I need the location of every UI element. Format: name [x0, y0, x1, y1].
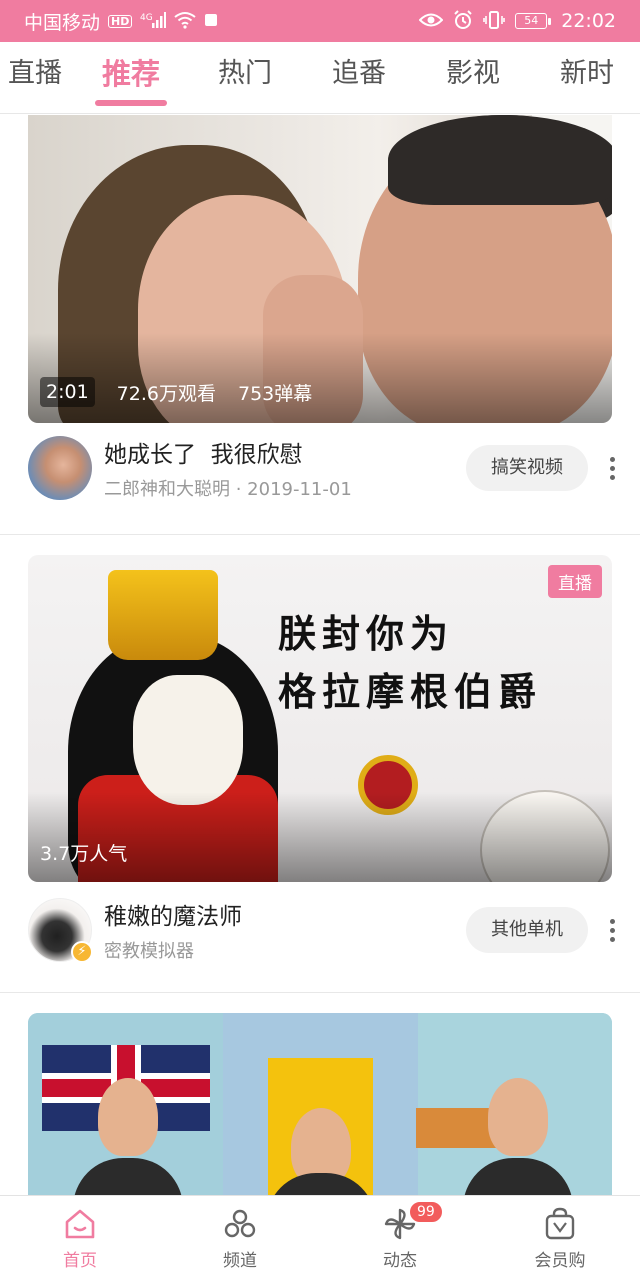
top-tab-bar: 直播 推荐 热门 追番 影视 新时: [0, 42, 640, 114]
category-tag-button[interactable]: 搞笑视频: [466, 445, 588, 491]
live-badge: 直播: [548, 565, 602, 598]
tab-movies[interactable]: 影视: [416, 42, 530, 113]
eye-icon: [418, 12, 444, 31]
card-meta: ⚡ 稚嫩的魔法师 密教模拟器 其他单机: [28, 897, 640, 963]
cartoon-person: [488, 1078, 548, 1156]
svg-text:4G: 4G: [140, 13, 153, 23]
tab-live[interactable]: 直播: [0, 42, 74, 113]
video-duration: 2:01: [40, 377, 95, 407]
avatar[interactable]: [28, 436, 92, 500]
category-tag-button[interactable]: 其他单机: [466, 907, 588, 953]
live-title[interactable]: 稚嫩的魔法师: [104, 897, 466, 931]
lightning-icon: ⚡: [71, 941, 93, 963]
bottom-nav: 首页 频道 99 动态 会员购: [0, 1195, 640, 1280]
clock: 22:02: [561, 10, 616, 32]
meme-caption: 朕封你为 格拉摩根伯爵: [278, 611, 543, 714]
battery-icon: 54: [515, 13, 552, 29]
live-stats: 3.7万人气: [40, 839, 127, 866]
tab-hot[interactable]: 热门: [188, 42, 302, 113]
live-card: 朕封你为 格拉摩根伯爵 直播 3.7万人气 ⚡ 稚嫩的魔法师 密教模拟器 其他单: [0, 535, 640, 993]
nav-shop[interactable]: 会员购: [480, 1196, 640, 1280]
popularity-count: 3.7万人气: [40, 843, 128, 865]
video-card: [0, 993, 640, 1195]
nav-dynamic[interactable]: 99 动态: [320, 1196, 480, 1280]
video-thumbnail[interactable]: 2:01 72.6万观看 753弹幕: [28, 115, 612, 423]
shopping-bag-icon: [542, 1206, 578, 1242]
view-count: 72.6万观看: [116, 382, 216, 405]
live-subtitle: 密教模拟器: [104, 941, 194, 962]
wifi-icon: [174, 11, 196, 32]
hd-icon: HD: [108, 14, 133, 28]
battery-level: 54: [515, 13, 548, 29]
tab-bangumi[interactable]: 追番: [302, 42, 416, 113]
more-vertical-icon[interactable]: [592, 445, 632, 491]
tab-new-era[interactable]: 新时: [530, 42, 640, 113]
nav-label: 动态: [383, 1250, 417, 1271]
alarm-icon: [453, 9, 473, 33]
vibrate-icon: [483, 10, 506, 33]
nav-label: 频道: [223, 1250, 257, 1271]
cartoon-person: [98, 1078, 158, 1156]
tab-recommend[interactable]: 推荐: [74, 42, 188, 113]
uploader-date: 二郎神和大聪明 · 2019-11-01: [104, 479, 352, 500]
live-thumbnail[interactable]: 朕封你为 格拉摩根伯爵 直播 3.7万人气: [28, 555, 612, 882]
video-thumbnail[interactable]: [28, 1013, 612, 1195]
home-icon: [62, 1206, 98, 1242]
nav-label: 会员购: [534, 1250, 586, 1271]
signal-icon: 4G: [140, 11, 167, 32]
carrier-label: 中国移动: [24, 11, 101, 34]
card-meta: 她成长了 我很欣慰 二郎神和大聪明 · 2019-11-01 搞笑视频: [28, 435, 640, 501]
avatar[interactable]: ⚡: [28, 898, 93, 963]
more-vertical-icon[interactable]: [592, 907, 632, 953]
nav-home[interactable]: 首页: [0, 1196, 160, 1280]
nav-label: 首页: [63, 1250, 97, 1271]
feed: 2:01 72.6万观看 753弹幕 她成长了 我很欣慰 二郎神和大聪明 · 2…: [0, 115, 640, 1195]
video-card: 2:01 72.6万观看 753弹幕 她成长了 我很欣慰 二郎神和大聪明 · 2…: [0, 115, 640, 535]
channel-icon: [222, 1206, 258, 1242]
video-stats: 2:01 72.6万观看 753弹幕: [40, 377, 312, 407]
crown-icon: [108, 570, 218, 660]
danmaku-count: 753弹幕: [237, 382, 313, 405]
notification-badge: 99: [408, 1200, 444, 1224]
status-bar: 中国移动 HD 4G 54 22:02: [0, 0, 640, 42]
notification-square-icon: [204, 13, 218, 30]
nav-channel[interactable]: 频道: [160, 1196, 320, 1280]
video-title[interactable]: 她成长了 我很欣慰: [104, 435, 466, 469]
